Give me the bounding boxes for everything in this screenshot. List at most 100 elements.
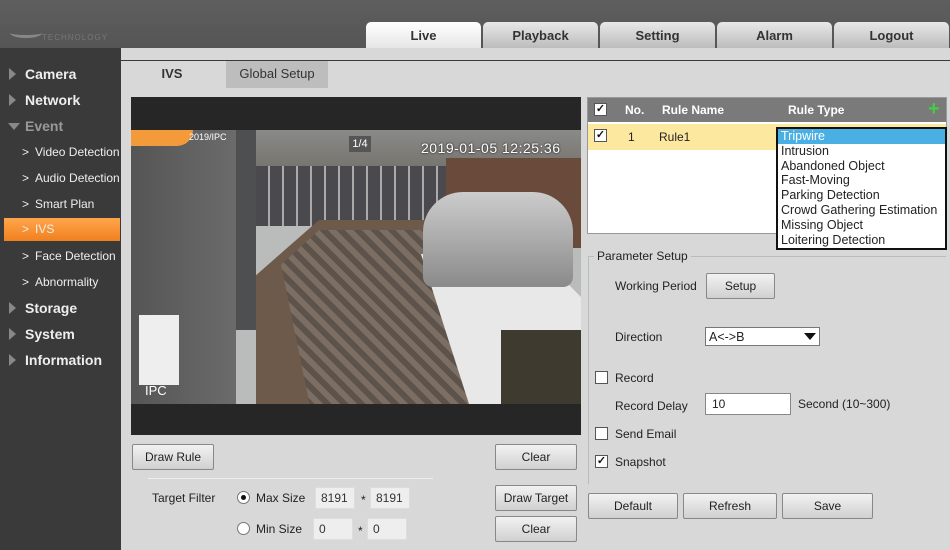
record-delay-label: Record Delay <box>615 399 688 413</box>
rule-name: Rule1 <box>659 130 691 144</box>
max-size-radio[interactable] <box>237 491 250 504</box>
chevron-right-icon: > <box>22 249 30 263</box>
direction-value: A<->B <box>709 330 745 344</box>
clear-target-button[interactable]: Clear <box>495 516 577 542</box>
header-rule-name: Rule Name <box>662 103 725 117</box>
min-size-label: Min Size <box>256 522 303 536</box>
expand-arrow-icon <box>9 68 16 80</box>
chevron-right-icon: > <box>22 275 30 289</box>
channel-indicator: 1/4 <box>349 136 371 152</box>
label: Video Detection <box>35 145 120 159</box>
refresh-button[interactable]: Refresh <box>683 493 777 519</box>
sidebar-item-ivs[interactable]: > IVS <box>4 218 120 241</box>
label: Smart Plan <box>35 197 95 211</box>
rule-checkbox[interactable]: ✓ <box>594 129 607 142</box>
label: Camera <box>25 66 77 82</box>
option-loitering-detection[interactable]: Loitering Detection <box>778 233 945 248</box>
sidebar-item-storage[interactable]: Storage <box>0 296 121 320</box>
osd-title: 2019/IPC <box>189 132 227 142</box>
draw-rule-button[interactable]: Draw Rule <box>132 444 214 470</box>
sidebar-item-face-detection[interactable]: > Face Detection <box>4 245 120 267</box>
label: Audio Detection <box>35 171 120 185</box>
expand-arrow-icon <box>9 302 16 314</box>
record-label: Record <box>615 371 654 385</box>
sidebar-item-system[interactable]: System <box>0 322 121 346</box>
header-rule-type: Rule Type <box>788 103 845 117</box>
select-all-checkbox[interactable]: ✓ <box>594 103 607 116</box>
rule-no: 1 <box>628 130 635 144</box>
target-filter-label: Target Filter <box>152 491 216 505</box>
record-checkbox[interactable] <box>595 371 608 384</box>
divider <box>148 478 433 479</box>
default-button[interactable]: Default <box>588 493 678 519</box>
option-missing-object[interactable]: Missing Object <box>778 218 945 233</box>
option-fast-moving[interactable]: Fast-Moving <box>778 173 945 188</box>
snapshot-label: Snapshot <box>615 455 666 469</box>
max-height-input[interactable]: 8191 <box>370 487 410 509</box>
tab-playback[interactable]: Playback <box>483 22 598 48</box>
setup-button[interactable]: Setup <box>706 273 775 299</box>
sidebar: Camera Network Event > Video Detection > A… <box>0 48 121 550</box>
sidebar-item-event[interactable]: Event <box>0 114 121 138</box>
sidebar-item-audio-detection[interactable]: > Audio Detection <box>4 167 120 189</box>
option-abandoned-object[interactable]: Abandoned Object <box>778 159 945 174</box>
expand-arrow-icon <box>9 354 16 366</box>
option-parking-detection[interactable]: Parking Detection <box>778 188 945 203</box>
option-intrusion[interactable]: Intrusion <box>778 144 945 159</box>
chevron-right-icon: > <box>22 171 30 185</box>
chevron-right-icon: > <box>22 145 30 159</box>
label: Information <box>25 352 102 368</box>
sidebar-item-video-detection[interactable]: > Video Detection <box>4 141 120 163</box>
table-header: ✓ No. Rule Name Rule Type + <box>588 98 946 122</box>
rule-type-dropdown[interactable]: Tripwire Intrusion Abandoned Object Fast… <box>776 127 947 250</box>
option-crowd-gathering[interactable]: Crowd Gathering Estimation <box>778 203 945 218</box>
collapse-arrow-icon <box>8 123 20 130</box>
direction-select[interactable]: A<->B <box>705 327 820 346</box>
label: IVS <box>35 222 55 236</box>
tab-global-setup[interactable]: Global Setup <box>226 61 328 88</box>
draw-target-button[interactable]: Draw Target <box>495 485 577 511</box>
expand-arrow-icon <box>9 328 16 340</box>
record-delay-input[interactable]: 10 <box>705 393 791 415</box>
sidebar-item-smart-plan[interactable]: > Smart Plan <box>4 193 120 215</box>
separator: * <box>358 524 363 538</box>
label: Event <box>25 118 64 134</box>
add-rule-icon[interactable]: + <box>928 98 940 120</box>
min-width-input[interactable]: 0 <box>313 518 353 540</box>
send-email-label: Send Email <box>615 427 677 441</box>
label: Network <box>25 92 81 108</box>
max-width-input[interactable]: 8191 <box>315 487 355 509</box>
tab-live[interactable]: Live <box>366 22 481 48</box>
snapshot-checkbox[interactable]: ✓ <box>595 455 608 468</box>
label: Storage <box>25 300 78 316</box>
max-size-label: Max Size <box>256 491 306 505</box>
tab-ivs[interactable]: IVS <box>122 61 222 88</box>
divider <box>121 60 950 61</box>
expand-arrow-icon <box>9 94 16 106</box>
send-email-checkbox[interactable] <box>595 427 608 440</box>
separator: * <box>361 493 366 507</box>
record-delay-unit: Second (10~300) <box>798 397 891 411</box>
tab-logout[interactable]: Logout <box>834 22 949 48</box>
min-height-input[interactable]: 0 <box>367 518 407 540</box>
save-button[interactable]: Save <box>782 493 873 519</box>
tab-setting[interactable]: Setting <box>600 22 715 48</box>
tab-alarm[interactable]: Alarm <box>717 22 832 48</box>
chevron-right-icon: > <box>22 197 30 211</box>
parameter-setup-title: Parameter Setup <box>594 249 691 263</box>
chevron-down-icon <box>804 333 816 340</box>
option-tripwire[interactable]: Tripwire <box>778 129 945 144</box>
sidebar-item-camera[interactable]: Camera <box>0 62 121 86</box>
min-size-radio[interactable] <box>237 522 250 535</box>
timestamp-osd: 2019-01-05 12:25:36 <box>421 140 561 156</box>
header-no: No. <box>625 103 645 117</box>
camera-image[interactable]: 2019/IPC 1/4 2019-01-05 12:25:36 IPC <box>131 130 581 404</box>
logo-text: TECHNOLOGY <box>42 33 109 42</box>
sidebar-item-network[interactable]: Network <box>0 88 121 112</box>
label: Face Detection <box>35 249 116 263</box>
direction-label: Direction <box>615 330 663 344</box>
sidebar-item-abnormality[interactable]: > Abnormality <box>4 271 120 293</box>
clear-rule-button[interactable]: Clear <box>495 444 577 470</box>
working-period-label: Working Period <box>615 279 697 293</box>
sidebar-item-information[interactable]: Information <box>0 348 121 372</box>
